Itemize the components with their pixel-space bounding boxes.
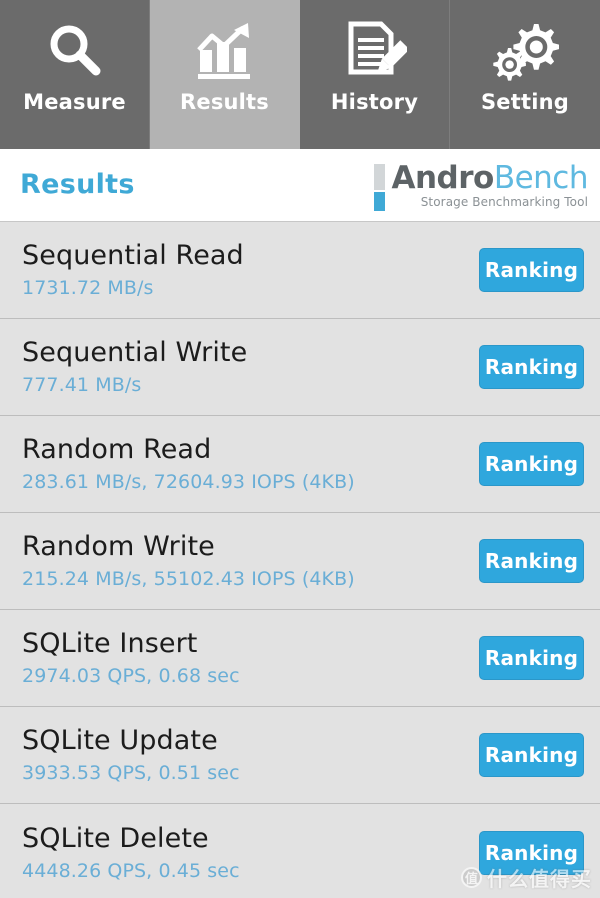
logo-wordmark: AndroBench [391, 162, 588, 194]
page-header: Results AndroBench Storage Benchmarking … [0, 149, 600, 222]
result-name: SQLite Update [22, 725, 218, 756]
table-row: SQLite Update 3933.53 QPS, 0.51 sec Rankin… [0, 707, 600, 804]
document-pencil-icon [343, 14, 407, 88]
tab-setting[interactable]: Setting [450, 0, 600, 149]
result-value: 3933.53 QPS, 0.51 sec [22, 762, 240, 784]
ranking-button[interactable]: Ranking [479, 345, 584, 389]
page-title: Results [20, 169, 135, 200]
result-value: 215.24 MB/s, 55102.43 IOPS (4KB) [22, 568, 355, 590]
ranking-button[interactable]: Ranking [479, 539, 584, 583]
ranking-button[interactable]: Ranking [479, 442, 584, 486]
tab-history-label: History [330, 90, 419, 114]
result-texts: Random Write 215.24 MB/s, 55102.43 IOPS (… [22, 530, 479, 592]
table-row: Sequential Write 777.41 MB/s Ranking [0, 319, 600, 416]
search-icon [44, 14, 106, 88]
result-name: SQLite Delete [22, 822, 209, 854]
result-name: SQLite Insert [22, 628, 198, 659]
result-value: 2974.03 QPS, 0.68 sec [22, 665, 240, 687]
result-value: 4448.26 QPS, 0.45 sec [22, 859, 240, 882]
table-row: Random Write 215.24 MB/s, 55102.43 IOPS (… [0, 513, 600, 610]
result-texts: Sequential Write 777.41 MB/s [22, 336, 479, 398]
gears-icon [491, 14, 559, 88]
table-row: Sequential Read 1731.72 MB/s Ranking [0, 222, 600, 319]
ranking-button[interactable]: Ranking [479, 248, 584, 292]
logo-bar-icon [374, 164, 386, 211]
tab-measure-label: Measure [23, 90, 126, 114]
result-texts: SQLite Delete 4448.26 QPS, 0.45 sec [22, 822, 479, 884]
result-name: Random Write [22, 531, 215, 562]
logo-word-secondary: Bench [493, 160, 589, 196]
result-texts: SQLite Update 3933.53 QPS, 0.51 sec [22, 724, 479, 786]
logo-tagline: Storage Benchmarking Tool [420, 195, 588, 209]
bar-chart-trend-icon [192, 14, 258, 88]
result-value: 283.61 MB/s, 72604.93 IOPS (4KB) [22, 471, 355, 493]
tab-results[interactable]: Results [150, 0, 300, 149]
table-row: SQLite Delete 4448.26 QPS, 0.45 sec Rankin… [0, 804, 600, 898]
results-list: Sequential Read 1731.72 MB/s Ranking Sequen… [0, 222, 600, 898]
result-name: Sequential Read [22, 240, 244, 271]
ranking-button[interactable]: Ranking [479, 830, 584, 875]
result-name: Sequential Write [22, 337, 248, 368]
result-texts: Random Read 283.61 MB/s, 72604.93 IOPS (4… [22, 433, 479, 495]
tab-setting-label: Setting [480, 90, 570, 114]
result-value: 1731.72 MB/s [22, 277, 154, 299]
androbench-logo: AndroBench Storage Benchmarking Tool [374, 162, 589, 211]
tab-results-label: Results [180, 90, 269, 114]
tab-history[interactable]: History [300, 0, 450, 149]
result-name: Random Read [22, 434, 212, 465]
result-texts: Sequential Read 1731.72 MB/s [22, 239, 479, 301]
tab-measure[interactable]: Measure [0, 0, 150, 149]
table-row: Random Read 283.61 MB/s, 72604.93 IOPS (4… [0, 416, 600, 513]
ranking-button[interactable]: Ranking [479, 636, 584, 680]
result-value: 777.41 MB/s [22, 374, 142, 396]
result-texts: SQLite Insert 2974.03 QPS, 0.68 sec [22, 627, 479, 689]
table-row: SQLite Insert 2974.03 QPS, 0.68 sec Rankin… [0, 610, 600, 707]
top-tab-bar: Measure Results History Setting [0, 0, 600, 149]
ranking-button[interactable]: Ranking [479, 733, 584, 777]
logo-word-primary: Andro [391, 160, 494, 196]
